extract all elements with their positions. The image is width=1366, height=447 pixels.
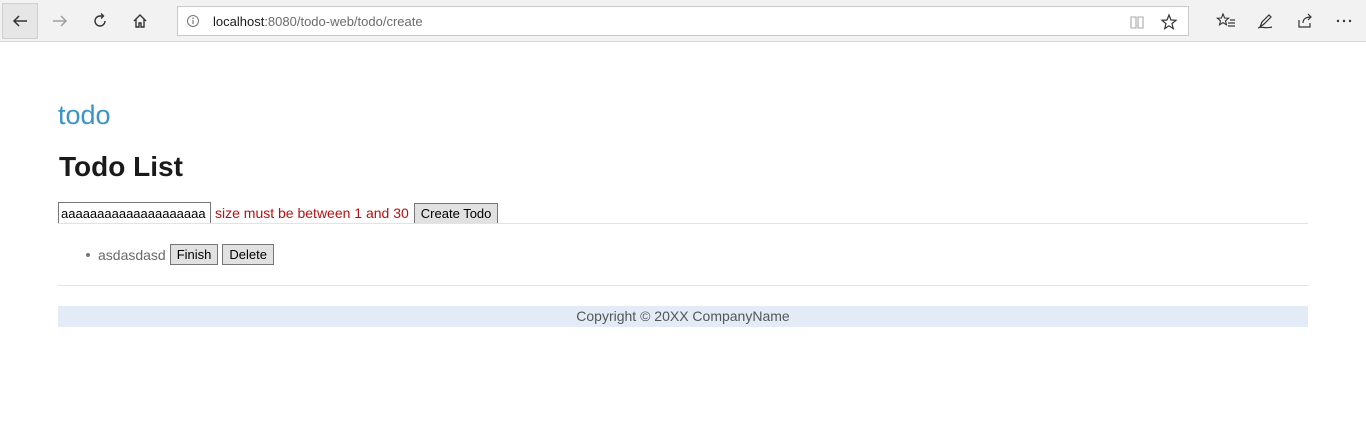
favorites-button[interactable] <box>1208 3 1244 39</box>
address-bar[interactable]: localhost:8080/todo-web/todo/create <box>177 6 1189 36</box>
create-todo-form: size must be between 1 and 30 Create Tod… <box>58 202 499 224</box>
home-button[interactable] <box>122 3 158 39</box>
more-dots-icon <box>1336 19 1352 23</box>
finish-button[interactable]: Finish <box>169 244 219 265</box>
browser-toolbar: localhost:8080/todo-web/todo/create <box>0 0 1366 42</box>
delete-button[interactable]: Delete <box>222 244 274 265</box>
url-path: :8080/todo-web/todo/create <box>264 14 423 29</box>
page-title: Todo List <box>59 151 183 182</box>
divider <box>58 223 1308 224</box>
todo-list: asdasdasd Finish Delete <box>86 244 274 265</box>
reload-icon <box>94 13 106 27</box>
todo-text: asdasdasd <box>98 246 166 263</box>
favorites-list-icon <box>1216 12 1235 27</box>
reading-view-icon[interactable] <box>1129 14 1145 30</box>
back-button[interactable] <box>2 3 38 39</box>
url-host: localhost <box>213 14 265 29</box>
divider <box>58 285 1308 286</box>
pen-icon <box>1257 14 1273 29</box>
home-icon <box>133 14 147 28</box>
brand-link[interactable]: todo <box>58 99 111 131</box>
forward-button[interactable] <box>42 3 78 39</box>
todo-input[interactable] <box>58 202 211 224</box>
share-button[interactable] <box>1287 3 1323 39</box>
footer: Copyright © 20XX CompanyName <box>58 306 1308 327</box>
reload-button[interactable] <box>82 3 118 39</box>
url-text[interactable]: localhost:8080/todo-web/todo/create <box>213 14 423 29</box>
bullet-icon <box>86 252 90 257</box>
list-item: asdasdasd Finish Delete <box>86 244 274 265</box>
validation-error: size must be between 1 and 30 <box>215 205 409 221</box>
share-icon <box>1298 13 1312 28</box>
forward-arrow-icon <box>53 15 68 27</box>
create-todo-button[interactable]: Create Todo <box>413 202 499 224</box>
star-icon[interactable] <box>1160 13 1178 31</box>
more-button[interactable] <box>1326 3 1362 39</box>
info-icon[interactable] <box>186 14 200 28</box>
web-notes-button[interactable] <box>1247 3 1283 39</box>
back-arrow-icon <box>12 15 27 27</box>
